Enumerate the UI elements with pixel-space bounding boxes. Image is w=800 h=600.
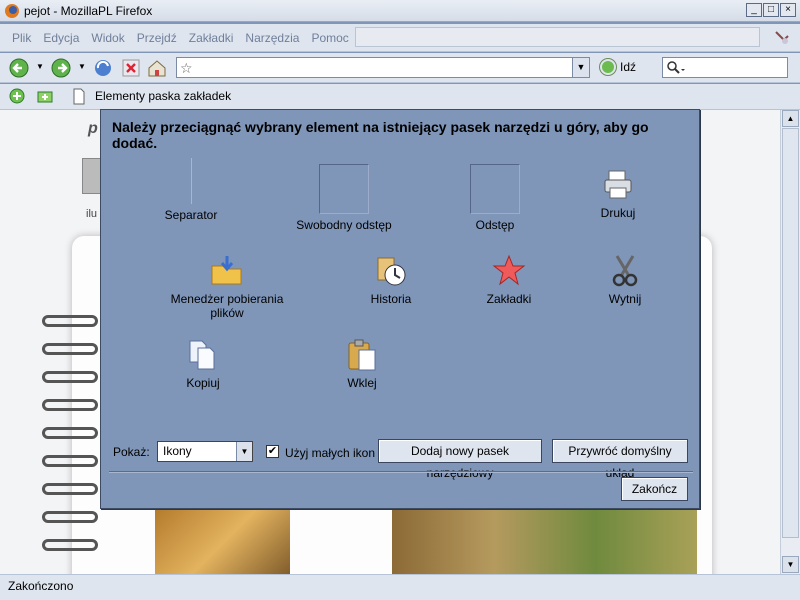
search-input[interactable] — [662, 57, 788, 78]
window-titlebar: pejot - MozillaPL Firefox _ □ × — [0, 0, 800, 22]
menu-go[interactable]: Przejdź — [137, 31, 177, 45]
firefox-icon — [5, 3, 19, 18]
show-select-value: Ikony — [163, 444, 192, 458]
menu-view[interactable]: Widok — [91, 31, 124, 45]
finish-button[interactable]: Zakończ — [621, 477, 688, 501]
spiral-ring — [42, 371, 98, 383]
back-icon[interactable] — [8, 57, 30, 79]
spiral-ring — [42, 427, 98, 439]
go-icon — [600, 59, 616, 75]
url-input[interactable]: ☆ ▼ — [176, 57, 590, 78]
page-photo-right — [392, 508, 697, 574]
status-text: Zakończono — [8, 579, 74, 593]
small-icons-label[interactable]: Użyj małych ikon — [285, 446, 375, 460]
dialog-controls: Pokaż: Ikony ▼ ✔ Użyj małych ikon Dodaj … — [101, 439, 701, 480]
go-button[interactable]: Idź — [600, 59, 636, 75]
flexible-space-icon — [319, 164, 369, 214]
toolbar-item-separator[interactable]: Separator — [121, 158, 261, 222]
throbber-icon — [775, 31, 789, 44]
scroll-up-icon[interactable]: ▲ — [782, 110, 799, 127]
history-clock-icon — [377, 257, 406, 286]
space-icon — [470, 164, 520, 214]
home-icon[interactable] — [146, 57, 168, 79]
add-toolbar-button[interactable]: Dodaj nowy pasek narzędziowy — [378, 439, 542, 480]
go-label: Idź — [620, 60, 637, 74]
toolbar-item-paste[interactable]: Wklej — [292, 332, 432, 390]
add-bookmark-icon[interactable] — [8, 87, 26, 105]
separator-icon — [190, 158, 192, 204]
select-dropdown-icon[interactable]: ▼ — [236, 442, 252, 461]
close-button[interactable]: × — [780, 3, 796, 17]
page-photo-left — [155, 508, 290, 574]
status-bar: Zakończono — [0, 574, 800, 600]
navigation-toolbar: ▼ ▼ ☆ ▼ Idź — [0, 53, 800, 83]
window-title: pejot - MozillaPL Firefox — [24, 3, 153, 18]
page-text-fragment: ilu — [86, 208, 98, 220]
reload-icon[interactable] — [92, 57, 114, 79]
dialog-instruction: Należy przeciągnąć wybrany element na is… — [112, 119, 649, 151]
spiral-ring — [42, 315, 98, 327]
printer-icon — [604, 170, 632, 199]
forward-icon[interactable] — [50, 57, 72, 79]
toolbar-item-print[interactable]: Drukuj — [548, 162, 688, 220]
spiral-ring — [42, 539, 98, 551]
back-dropdown-icon[interactable]: ▼ — [36, 62, 44, 71]
minimize-button[interactable]: _ — [746, 3, 762, 17]
vertical-scrollbar[interactable]: ▲ ▼ — [780, 110, 800, 574]
spiral-ring — [42, 399, 98, 411]
page-heading-fragment: p — [88, 120, 98, 137]
maximize-button[interactable]: □ — [763, 3, 779, 17]
page-icon — [73, 88, 85, 105]
menu-toolbar-drop-area — [355, 27, 760, 47]
toolbar-item-copy[interactable]: Kopiuj — [133, 332, 273, 390]
spiral-ring — [42, 511, 98, 523]
bookmarks-toolbar-items[interactable]: Elementy paska zakładek — [95, 89, 231, 103]
stop-icon[interactable] — [120, 57, 142, 79]
add-folder-icon[interactable] — [36, 87, 54, 105]
scissors-icon — [612, 255, 638, 287]
show-label: Pokaż: — [113, 445, 150, 459]
small-icons-checkbox[interactable]: ✔ — [266, 445, 279, 458]
dialog-divider — [109, 471, 693, 473]
show-select[interactable]: Ikony ▼ — [157, 441, 253, 462]
bookmark-star-icon: ☆ — [180, 60, 193, 76]
spiral-ring — [42, 343, 98, 355]
scroll-thumb[interactable] — [782, 128, 799, 538]
toolbar-item-cut[interactable]: Wytnij — [555, 248, 695, 306]
spiral-ring — [42, 455, 98, 467]
menu-edit[interactable]: Edycja — [43, 31, 79, 45]
toolbar-item-flexible-space[interactable]: Swobodny odstęp — [274, 162, 414, 232]
menu-file[interactable]: Plik — [12, 31, 31, 45]
toolbar-item-space[interactable]: Odstęp — [425, 162, 565, 232]
bookmark-star-icon — [492, 254, 526, 286]
forward-dropdown-icon[interactable]: ▼ — [78, 62, 86, 71]
menu-tools[interactable]: Narzędzia — [245, 31, 299, 45]
copy-icon — [189, 340, 215, 370]
search-icon — [667, 61, 685, 74]
download-folder-icon — [211, 256, 242, 285]
toolbar-item-download-manager[interactable]: Menedżer pobierania plików — [157, 248, 297, 320]
url-dropdown-icon[interactable]: ▼ — [572, 58, 589, 77]
customize-toolbar-dialog: Należy przeciągnąć wybrany element na is… — [100, 109, 700, 509]
menu-bar: Plik Edycja Widok Przejdź Zakładki Narzę… — [0, 24, 800, 52]
bookmarks-toolbar: Elementy paska zakładek — [0, 84, 800, 110]
restore-default-button[interactable]: Przywróć domyślny układ — [552, 439, 688, 480]
spiral-ring — [42, 483, 98, 495]
menu-help[interactable]: Pomoc — [311, 31, 348, 45]
menu-bookmarks[interactable]: Zakładki — [189, 31, 234, 45]
paste-icon — [348, 339, 376, 371]
scroll-down-icon[interactable]: ▼ — [782, 556, 799, 573]
